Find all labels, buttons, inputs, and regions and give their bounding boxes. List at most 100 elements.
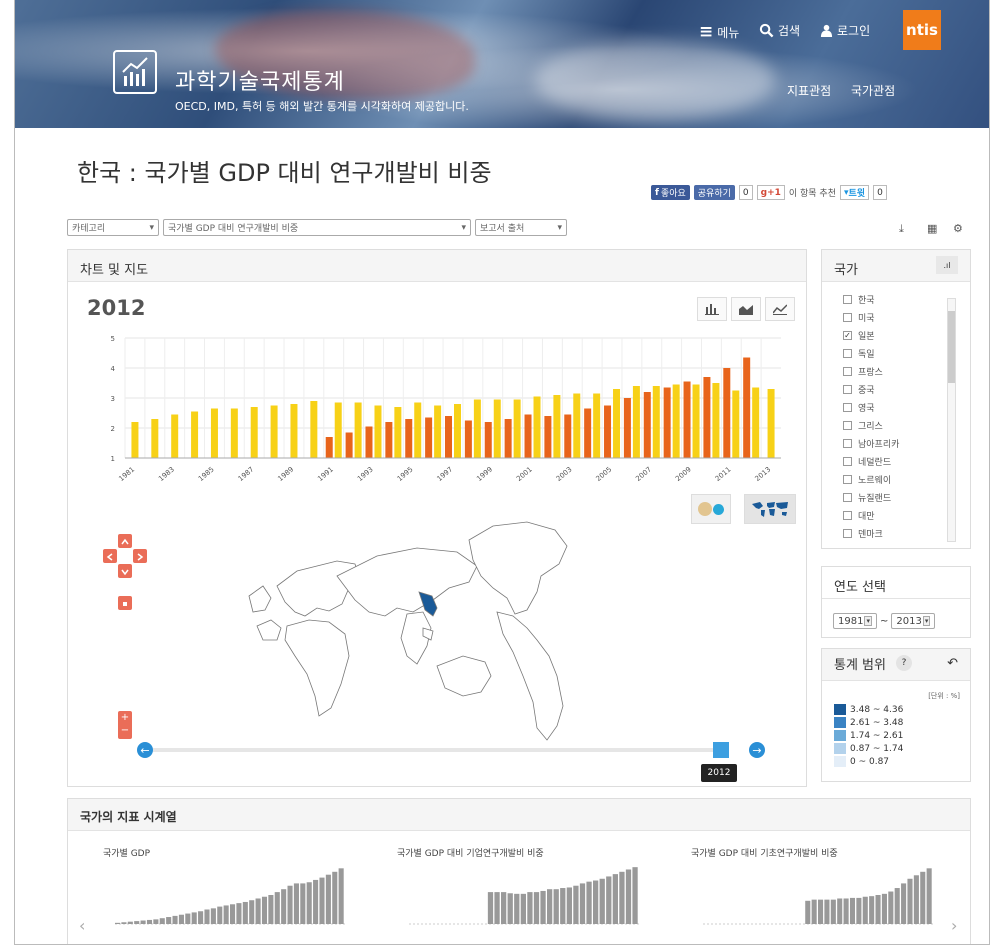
country-item[interactable]: 네덜란드 — [833, 452, 955, 470]
bar-base-series[interactable] — [672, 384, 680, 459]
bar-highlight-series[interactable] — [544, 416, 552, 458]
area-chart-type-button[interactable] — [731, 297, 761, 321]
checkbox[interactable] — [843, 510, 852, 520]
bar-base-series[interactable] — [191, 411, 199, 459]
country-item[interactable]: 대만 — [833, 506, 955, 524]
checkbox[interactable] — [843, 528, 852, 538]
timeseries-prev-icon[interactable]: ‹ — [79, 916, 85, 935]
google-plus-button[interactable]: g+1 — [756, 185, 785, 200]
bar-highlight-series[interactable] — [643, 392, 651, 458]
year-slider-handle[interactable] — [713, 742, 729, 758]
facebook-share-button[interactable]: 공유하기 — [693, 185, 735, 200]
bar-highlight-series[interactable] — [524, 414, 532, 459]
bar-highlight-series[interactable] — [345, 432, 353, 459]
gear-icon[interactable]: ⚙ — [953, 222, 963, 235]
bar-base-series[interactable] — [712, 383, 720, 458]
bar-base-series[interactable] — [767, 389, 775, 458]
bar-highlight-series[interactable] — [464, 420, 472, 459]
site-title[interactable]: 과학기술국제통계 — [175, 64, 345, 96]
checkbox[interactable] — [843, 456, 852, 466]
bar-base-series[interactable] — [493, 399, 501, 459]
bar-base-series[interactable] — [434, 405, 442, 459]
tweet-button[interactable]: ▾ 트윗 — [840, 185, 870, 200]
source-select[interactable]: 보고서 출처 ▾ — [475, 219, 567, 236]
checkbox[interactable] — [843, 420, 852, 430]
slider-next-button[interactable]: → — [749, 742, 765, 758]
bar-base-series[interactable] — [310, 401, 318, 458]
bar-highlight-series[interactable] — [445, 416, 452, 458]
bar-highlight-series[interactable] — [564, 414, 572, 459]
bar-highlight-series[interactable] — [504, 419, 512, 458]
country-item[interactable]: 덴마크 — [833, 524, 955, 542]
indicator-select[interactable]: 국가별 GDP 대비 연구개발비 비중 ▾ — [163, 219, 471, 236]
table-icon[interactable]: ▦ — [927, 222, 937, 235]
bar-highlight-series[interactable] — [683, 381, 691, 459]
bar-base-series[interactable] — [374, 405, 382, 459]
country-item[interactable]: 그리스 — [833, 416, 955, 434]
bar-highlight-series[interactable] — [405, 419, 413, 458]
help-icon[interactable]: ? — [895, 655, 912, 671]
bar-base-series[interactable] — [573, 393, 581, 459]
bar-highlight-series[interactable] — [484, 422, 492, 458]
country-item[interactable]: 프랑스 — [833, 362, 955, 380]
country-item[interactable]: ✓ 일본 — [833, 326, 955, 344]
pan-right-button[interactable] — [133, 549, 147, 563]
bar-base-series[interactable] — [593, 393, 601, 459]
bar-base-series[interactable] — [533, 396, 541, 459]
bubble-view-button[interactable] — [691, 494, 731, 524]
login-button[interactable]: 로그인 — [820, 22, 870, 39]
bar-highlight-series[interactable] — [325, 437, 333, 458]
back-arrow-icon[interactable]: ↶ — [947, 656, 958, 671]
checkbox[interactable] — [843, 312, 852, 322]
bar-chart-type-button[interactable] — [697, 297, 727, 321]
country-item[interactable]: 한국 — [833, 290, 955, 308]
checkbox[interactable] — [843, 294, 852, 304]
zoom-reset-button[interactable] — [118, 596, 132, 610]
bar-base-series[interactable] — [334, 402, 342, 459]
country-item[interactable]: 남아프리카 — [833, 434, 955, 452]
country-item[interactable]: 미국 — [833, 308, 955, 326]
slider-prev-button[interactable]: ← — [137, 742, 153, 758]
subnav-country-view[interactable]: 국가관점 — [851, 82, 895, 99]
site-logo-icon[interactable] — [113, 50, 157, 94]
checkbox[interactable] — [843, 348, 852, 358]
checkbox[interactable] — [843, 366, 852, 376]
bar-highlight-series[interactable] — [584, 408, 592, 459]
bar-highlight-series[interactable] — [425, 417, 433, 459]
facebook-like-button[interactable]: f 좋아요 — [651, 185, 690, 200]
subnav-indicator-view[interactable]: 지표관점 — [787, 82, 831, 99]
bar-base-series[interactable] — [454, 404, 461, 458]
pan-left-button[interactable] — [103, 549, 117, 563]
pan-up-button[interactable] — [118, 534, 132, 548]
bar-base-series[interactable] — [354, 402, 362, 459]
bar-base-series[interactable] — [732, 390, 740, 459]
bar-base-series[interactable] — [151, 419, 159, 458]
country-list-scrollbar[interactable] — [947, 298, 956, 542]
category-select[interactable]: 카테고리 ▾ — [67, 219, 159, 236]
zoom-control[interactable]: + − — [118, 711, 132, 739]
bar-base-series[interactable] — [171, 414, 179, 459]
checkbox-checked[interactable]: ✓ — [843, 330, 852, 340]
bar-base-series[interactable] — [473, 399, 481, 459]
bar-highlight-series[interactable] — [663, 387, 671, 459]
bar-base-series[interactable] — [230, 408, 238, 459]
menu-button[interactable]: ≡ 메뉴 — [699, 22, 739, 42]
bar-base-series[interactable] — [210, 408, 218, 459]
ntis-logo[interactable]: ntis — [903, 10, 941, 50]
bar-highlight-series[interactable] — [604, 405, 612, 459]
bar-base-series[interactable] — [394, 407, 402, 458]
pan-down-button[interactable] — [118, 564, 132, 578]
bar-base-series[interactable] — [250, 407, 258, 458]
bar-base-series[interactable] — [553, 395, 561, 458]
bar-base-series[interactable] — [131, 422, 139, 458]
year-from-select[interactable]: 1981 ▾ — [833, 613, 877, 629]
year-to-select[interactable]: 2013 ▾ — [891, 613, 936, 629]
search-button[interactable]: 검색 — [759, 22, 800, 39]
checkbox[interactable] — [843, 384, 852, 394]
country-item[interactable]: 독일 — [833, 344, 955, 362]
bar-base-series[interactable] — [632, 386, 640, 458]
bar-highlight-series[interactable] — [703, 377, 711, 458]
line-chart-type-button[interactable] — [765, 297, 795, 321]
bar-highlight-series[interactable] — [623, 398, 631, 458]
bar-base-series[interactable] — [513, 399, 521, 459]
